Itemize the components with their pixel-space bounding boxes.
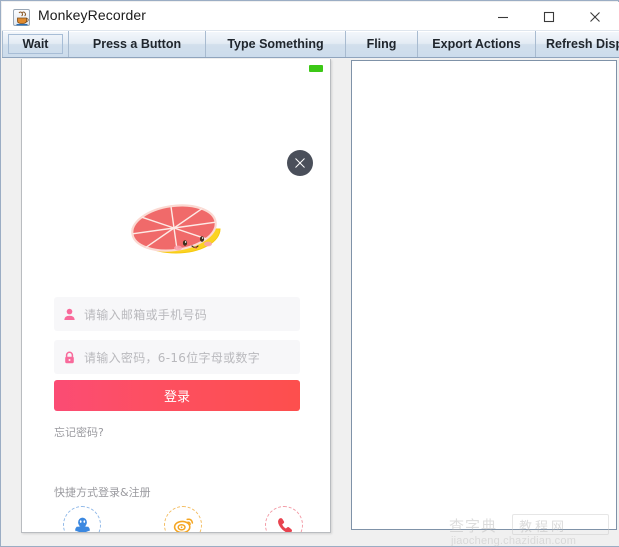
- grapefruit-mascot-logo: [130, 202, 222, 268]
- application-window: MonkeyRecorder Wait Press a Button Type …: [0, 0, 619, 547]
- type-something-label: Type Something: [227, 37, 324, 51]
- refresh-display-button[interactable]: Refresh Display: [536, 31, 619, 57]
- phone-handset-icon: [265, 506, 303, 532]
- fling-button[interactable]: Fling: [346, 31, 418, 57]
- type-something-button[interactable]: Type Something: [206, 31, 346, 57]
- close-icon[interactable]: [572, 3, 618, 31]
- device-screen-panel[interactable]: 请输入邮箱或手机号码 请输入密码，6-16位字母或数字 登录 忘记密码? 快捷方…: [21, 59, 331, 533]
- account-input[interactable]: 请输入邮箱或手机号码: [54, 297, 300, 331]
- export-actions-label: Export Actions: [432, 37, 521, 51]
- password-placeholder: 请输入密码，6-16位字母或数字: [84, 350, 261, 365]
- press-a-button-button[interactable]: Press a Button: [69, 31, 206, 57]
- lock-icon: [54, 351, 84, 364]
- quick-login-label: 快捷方式登录&注册: [54, 486, 151, 499]
- battery-status-indicator: [309, 65, 323, 72]
- qq-penguin-icon: [63, 506, 101, 532]
- refresh-display-label: Refresh Display: [546, 37, 619, 51]
- social-login-qq[interactable]: QQ: [54, 506, 110, 532]
- social-login-phone[interactable]: 手机注册: [256, 506, 312, 532]
- user-icon: [54, 308, 84, 321]
- java-coffee-cup-icon: [13, 9, 30, 26]
- password-input[interactable]: 请输入密码，6-16位字母或数字: [54, 340, 300, 374]
- export-actions-button[interactable]: Export Actions: [418, 31, 536, 57]
- social-login-weibo[interactable]: 微博: [155, 506, 211, 532]
- window-title: MonkeyRecorder: [38, 7, 146, 23]
- title-bar: MonkeyRecorder: [2, 2, 619, 31]
- fling-label: Fling: [366, 37, 397, 51]
- weibo-eye-icon: [164, 506, 202, 532]
- focus-ring: [8, 34, 63, 54]
- minimize-icon[interactable]: [480, 3, 526, 31]
- close-icon[interactable]: [287, 150, 313, 176]
- login-button[interactable]: 登录: [54, 380, 300, 411]
- maximize-icon[interactable]: [526, 3, 572, 31]
- social-login-row: QQ 微博: [54, 506, 312, 532]
- wait-button[interactable]: Wait: [2, 31, 69, 57]
- toolbar: Wait Press a Button Type Something Fling…: [2, 31, 619, 58]
- press-a-button-label: Press a Button: [92, 37, 182, 51]
- workspace: 请输入邮箱或手机号码 请输入密码，6-16位字母或数字 登录 忘记密码? 快捷方…: [2, 58, 619, 546]
- actions-list-panel[interactable]: [351, 60, 617, 530]
- account-placeholder: 请输入邮箱或手机号码: [84, 307, 208, 322]
- forgot-password-link[interactable]: 忘记密码?: [54, 424, 104, 440]
